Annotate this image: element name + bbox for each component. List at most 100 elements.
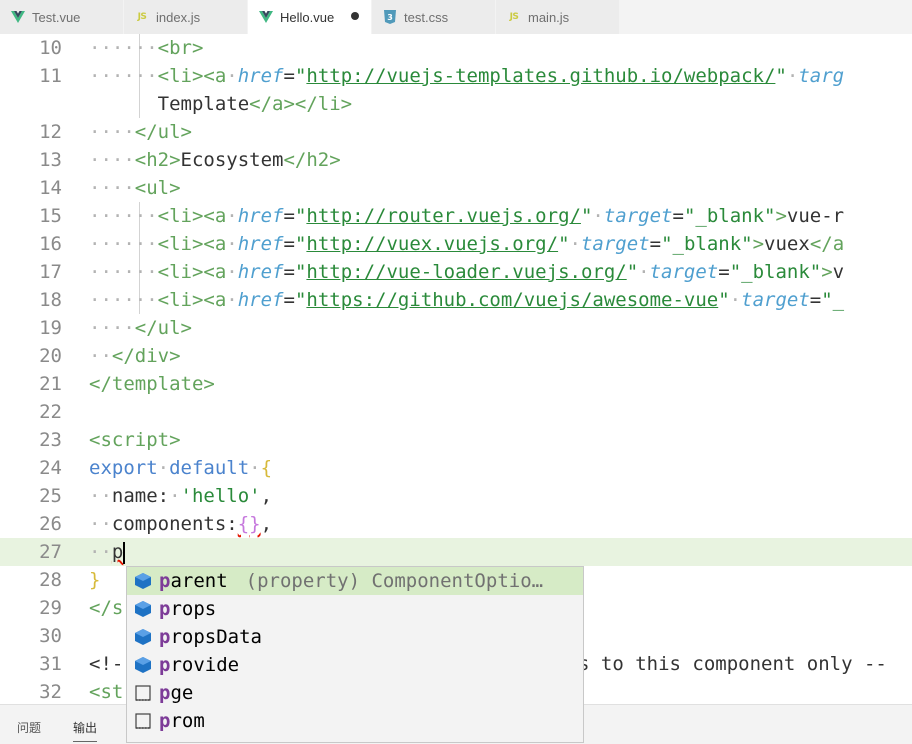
suggestion-item[interactable]: p ge	[127, 679, 583, 707]
js-icon: JS	[137, 12, 147, 22]
suggestion-item[interactable]: p rom	[127, 707, 583, 735]
code-line: 17 ······<li><a·href="http://vue-loader.…	[0, 258, 912, 286]
tab-label: Hello.vue	[280, 9, 335, 25]
code-text: ······<li><a·href="http://vuejs-template…	[89, 65, 845, 87]
property-icon	[132, 626, 154, 648]
code-text: ····</ul>	[89, 121, 192, 143]
code-text: s to this component only --	[578, 653, 887, 675]
line-number: 25	[39, 485, 62, 507]
code-line: 14 ····<ul>	[0, 174, 912, 202]
word-icon	[132, 710, 154, 732]
vue-icon	[10, 9, 26, 25]
line-number: 23	[39, 429, 62, 451]
line-number: 16	[39, 233, 62, 255]
code-text: ··</div>	[89, 345, 181, 367]
code-text: ····<h2>Ecosystem</h2>	[89, 149, 341, 171]
line-number: 17	[39, 261, 62, 283]
code-text: <script>	[89, 429, 181, 451]
tab-problems[interactable]: 问题	[17, 719, 41, 736]
code-line: 16 ······<li><a·href="http://vuex.vuejs.…	[0, 230, 912, 258]
tab-label: index.js	[156, 9, 201, 25]
vue-icon	[258, 9, 274, 25]
code-text: ··p	[89, 541, 126, 564]
line-number: 20	[39, 345, 62, 367]
property-icon	[132, 570, 154, 592]
suggestion-item[interactable]: p rops	[127, 595, 583, 623]
code-line: 20 ··</div>	[0, 342, 912, 370]
word-icon	[132, 682, 154, 704]
code-line: Template</a></li>	[0, 90, 912, 118]
tab-index-js[interactable]: JS index.js	[124, 0, 248, 34]
property-icon	[132, 598, 154, 620]
code-text: </template>	[89, 373, 215, 395]
tab-main-js[interactable]: JS main.js	[496, 0, 620, 34]
line-number: 26	[39, 513, 62, 535]
code-line: 24 export·default·{	[0, 454, 912, 482]
tab-output[interactable]: 输出	[73, 719, 98, 742]
line-number: 10	[39, 37, 62, 59]
suggestion-item[interactable]: p ropsData	[127, 623, 583, 651]
code-line: 18 ······<li><a·href="https://github.com…	[0, 286, 912, 314]
tab-label: Test.vue	[32, 9, 81, 25]
js-icon: JS	[509, 12, 519, 22]
line-number: 29	[39, 597, 62, 619]
current-line: 27 ··p	[0, 538, 912, 566]
line-number: 14	[39, 177, 62, 199]
code-text: ··components:{},	[89, 513, 273, 535]
editor-tab-bar: Test.vue JS index.js Hello.vue 3 test.cs…	[0, 0, 912, 34]
line-number: 22	[39, 401, 62, 423]
code-text: export·default·{	[89, 457, 273, 479]
code-line: 25 ··name:·'hello',	[0, 482, 912, 510]
line-number: 12	[39, 121, 62, 143]
svg-text:3: 3	[387, 13, 393, 22]
code-line: 12 ····</ul>	[0, 118, 912, 146]
code-text: ······<li><a·href="http://vue-loader.vue…	[89, 261, 845, 283]
code-line: 26 ··components:{},	[0, 510, 912, 538]
code-text: }	[89, 569, 101, 591]
code-text: ····<ul>	[89, 177, 181, 199]
autocomplete-widget[interactable]: p arent (property) ComponentOptio… p rops …	[126, 566, 584, 743]
code-text: <st	[89, 681, 124, 703]
tab-test-css[interactable]: 3 test.css	[372, 0, 496, 34]
code-text: ······<li><a·href="https://github.com/vu…	[89, 289, 845, 311]
suggestion-detail: (property) ComponentOptio…	[245, 570, 544, 592]
line-number: 31	[39, 653, 62, 675]
tab-label: test.css	[404, 9, 449, 25]
line-number: 21	[39, 373, 62, 395]
suggestion-item[interactable]: p rovide	[127, 651, 583, 679]
code-line: 11 ······<li><a·href="http://vuejs-templ…	[0, 62, 912, 90]
line-number: 15	[39, 205, 62, 227]
line-number: 19	[39, 317, 62, 339]
line-number: 13	[39, 149, 62, 171]
code-line: 15 ······<li><a·href="http://router.vuej…	[0, 202, 912, 230]
code-text: ······<br>	[89, 37, 204, 59]
code-line: 10 ······<br>	[0, 34, 912, 62]
tab-hello-vue[interactable]: Hello.vue	[248, 0, 372, 34]
css-icon: 3	[382, 9, 398, 25]
line-number: 30	[39, 625, 62, 647]
line-number: 18	[39, 289, 62, 311]
text-cursor	[123, 541, 126, 564]
code-line: 22	[0, 398, 912, 426]
line-number: 27	[39, 541, 62, 563]
unsaved-dot-icon[interactable]	[351, 12, 359, 20]
tab-test-vue[interactable]: Test.vue	[0, 0, 124, 34]
code-text: <!-	[89, 653, 124, 675]
code-text: ····</ul>	[89, 317, 192, 339]
code-text: ······<li><a·href="http://vuex.vuejs.org…	[89, 233, 845, 255]
code-text: Template</a></li>	[157, 93, 353, 115]
code-line: 23 <script>	[0, 426, 912, 454]
suggestion-item[interactable]: p arent (property) ComponentOptio…	[127, 567, 583, 595]
tab-label: main.js	[528, 9, 570, 25]
line-number: 11	[39, 65, 62, 87]
line-number: 24	[39, 457, 62, 479]
code-line: 13 ····<h2>Ecosystem</h2>	[0, 146, 912, 174]
code-text: ······<li><a·href="http://router.vuejs.o…	[89, 205, 845, 227]
line-number: 32	[39, 681, 62, 703]
property-icon	[132, 654, 154, 676]
code-text: ··name:·'hello',	[89, 485, 273, 507]
code-line: 19 ····</ul>	[0, 314, 912, 342]
code-text: </s	[89, 597, 124, 619]
code-line: 21 </template>	[0, 370, 912, 398]
line-number: 28	[39, 569, 62, 591]
